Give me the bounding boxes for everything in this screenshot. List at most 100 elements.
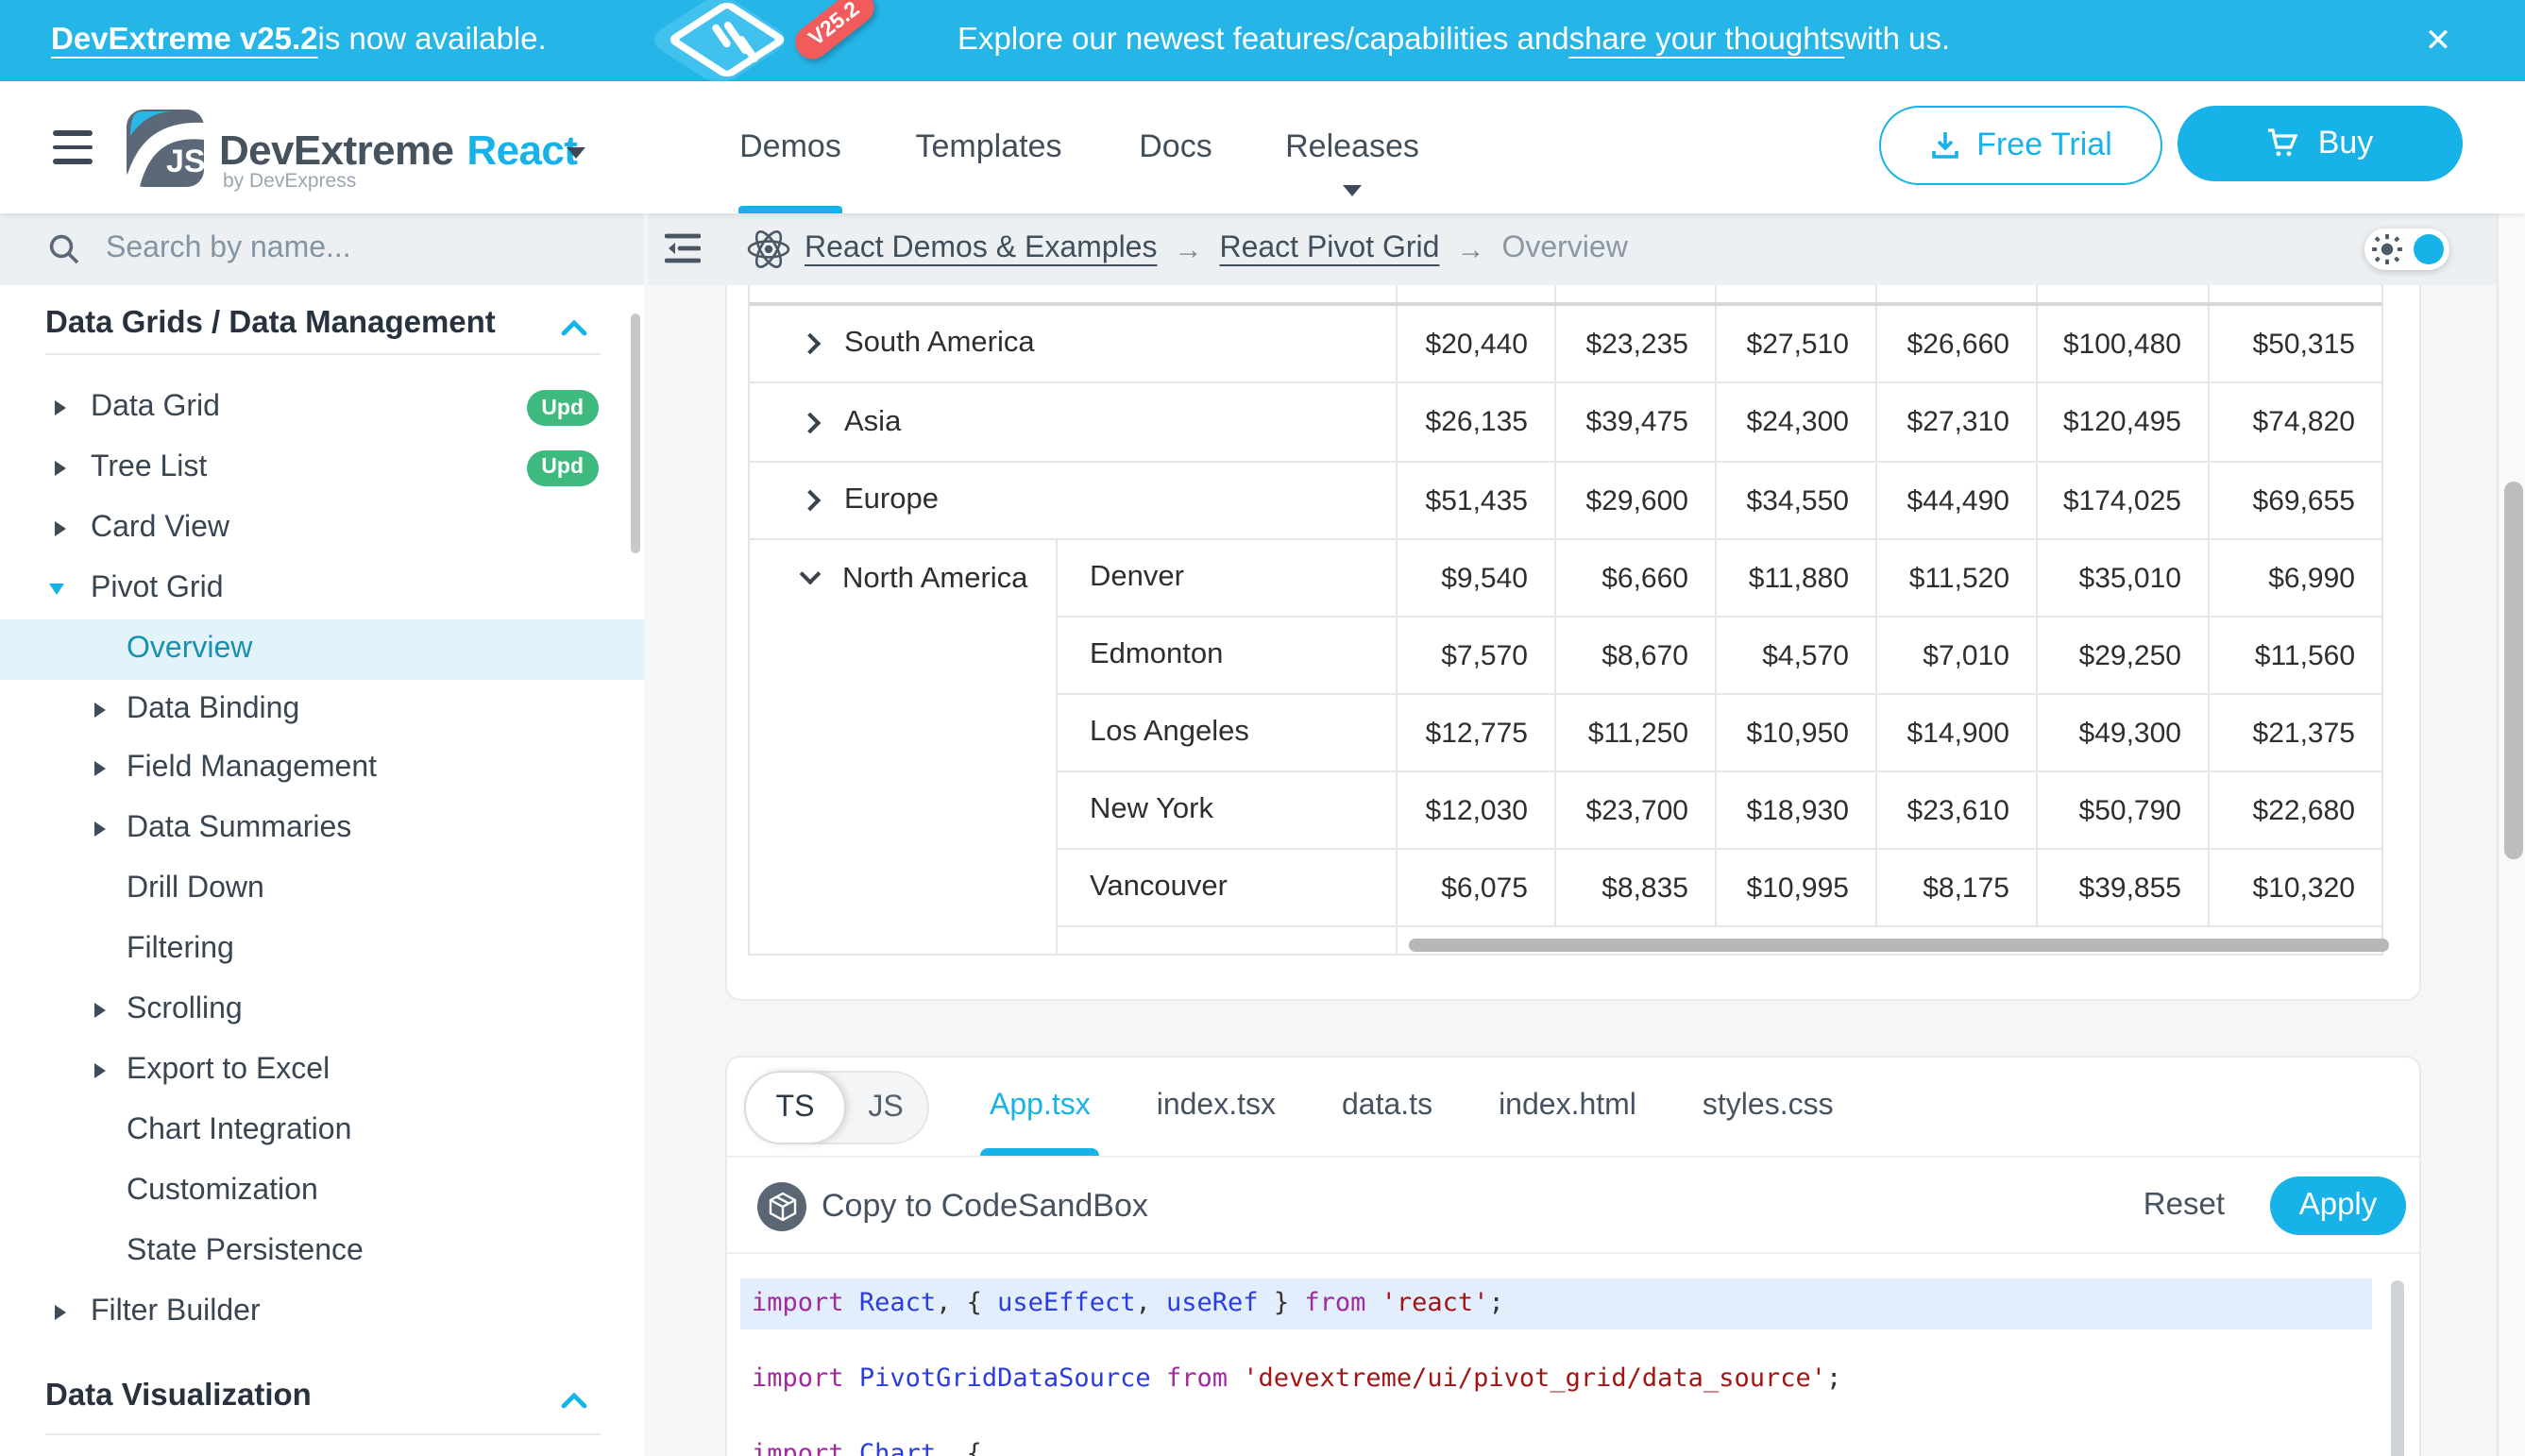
sidebar-item-state-persistence[interactable]: State Persistence — [0, 1221, 644, 1281]
caret-right-icon — [55, 461, 66, 476]
sidebar-item-tree-list[interactable]: Tree ListUpd — [0, 438, 644, 499]
pivot-region-cell[interactable]: Europe — [750, 463, 1398, 540]
breadcrumb-arrow: → — [1456, 233, 1484, 265]
tab-app-tsx[interactable]: App.tsx — [990, 1058, 1091, 1156]
sidebar-item-customization[interactable]: Customization — [0, 1160, 644, 1221]
breadcrumb-link-demos[interactable]: React Demos & Examples — [805, 232, 1157, 266]
collapse-chevron-icon[interactable] — [800, 564, 822, 585]
sidebar-item-chart-integration[interactable]: Chart Integration — [0, 1101, 644, 1161]
page-scrollbar-track — [2497, 81, 2525, 1456]
pivot-corner-cell — [750, 285, 1398, 302]
sidebar-item-drill-down[interactable]: Drill Down — [0, 859, 644, 920]
banner-left-rest: is now available. — [318, 23, 547, 59]
code-line: import React, { useEffect, useRef } from… — [752, 1278, 1504, 1329]
caret-down-icon — [49, 583, 64, 594]
section-title-data-visualization[interactable]: Data Visualization — [45, 1365, 312, 1426]
pivot-region-cell-north-america[interactable]: North America — [750, 540, 1058, 618]
theme-toggle-knob — [2414, 234, 2444, 264]
pivot-value-cell: $74,820 — [2210, 383, 2381, 463]
toggle-option-js[interactable]: JS — [844, 1073, 927, 1143]
pivot-horizontal-scrollbar[interactable] — [1409, 939, 2389, 952]
sidebar-item-field-management[interactable]: Field Management — [0, 739, 644, 800]
pivot-value-cell — [1877, 285, 2038, 302]
devextreme-3d-logo: V25.2 — [623, 0, 907, 81]
sidebar-item-data-grid[interactable]: Data GridUpd — [0, 378, 644, 438]
sidebar-item-label: State Persistence — [127, 1234, 364, 1268]
pivot-city-cell[interactable]: Edmonton — [1058, 618, 1398, 695]
language-toggle[interactable]: TS JS — [744, 1071, 929, 1144]
pivot-row-new-york: New York$12,030$23,700$18,930$23,610$50,… — [750, 772, 2381, 850]
share-thoughts-link[interactable]: share your thoughts — [1569, 23, 1845, 59]
page-scrollbar[interactable] — [2503, 482, 2522, 859]
pivot-value-cell — [2038, 285, 2210, 302]
apply-button[interactable]: Apply — [2270, 1177, 2406, 1235]
nav-item-releases[interactable]: Releases — [1280, 81, 1424, 213]
sidebar-item-export-to-excel[interactable]: Export to Excel — [0, 1041, 644, 1101]
close-icon[interactable]: ✕ — [2410, 0, 2466, 81]
pivot-value-cell: $50,790 — [2038, 772, 2210, 850]
codesandbox-icon[interactable] — [757, 1182, 806, 1231]
sidebar-item-label: Customization — [127, 1174, 318, 1208]
pivot-value-cell: $39,855 — [2038, 850, 2210, 927]
pivot-city-cell[interactable]: New York — [1058, 772, 1398, 850]
banner-version-link[interactable]: DevExtreme v25.2 — [51, 23, 318, 59]
sidebar-item-scrolling[interactable]: Scrolling — [0, 980, 644, 1041]
tab-styles-css[interactable]: styles.css — [1703, 1058, 1834, 1156]
tab-index-html[interactable]: index.html — [1499, 1058, 1636, 1156]
pivot-city-cell[interactable]: Los Angeles — [1058, 695, 1398, 772]
expand-chevron-icon[interactable] — [800, 412, 822, 433]
pivot-row-vancouver: Vancouver$6,075$8,835$10,995$8,175$39,85… — [750, 850, 2381, 927]
chevron-down-icon — [1343, 185, 1362, 196]
sidebar-item-label: Data Summaries — [127, 813, 351, 847]
pivot-value-cell: $8,175 — [1877, 850, 2038, 927]
sidebar-scrollbar[interactable] — [631, 313, 640, 553]
sidebar-item-filter-builder[interactable]: Filter Builder — [0, 1281, 644, 1342]
pivot-row-europe: Europe$51,435$29,600$34,550$44,490$174,0… — [750, 463, 2381, 540]
code-vertical-scrollbar[interactable] — [2391, 1280, 2404, 1456]
pivot-value-cell: $26,660 — [1877, 306, 2038, 383]
pivot-value-cell: $6,990 — [2210, 540, 2381, 618]
theme-toggle[interactable] — [2364, 229, 2449, 270]
tab-data-ts[interactable]: data.ts — [1342, 1058, 1432, 1156]
copy-to-codesandbox-button[interactable]: Copy to CodeSandBox — [822, 1158, 1148, 1254]
pivot-value-cell: $14,900 — [1877, 695, 2038, 772]
chevron-up-icon[interactable] — [561, 1384, 587, 1418]
sidebar-item-pivot-grid[interactable]: Pivot Grid — [0, 558, 644, 618]
expand-chevron-icon[interactable] — [800, 490, 822, 512]
tab-index-tsx[interactable]: index.tsx — [1157, 1058, 1276, 1156]
sidebar-item-label: Field Management — [127, 753, 377, 787]
pivot-row-los-angeles: Los Angeles$12,775$11,250$10,950$14,900$… — [750, 695, 2381, 772]
pivot-value-cell: $9,540 — [1398, 540, 1556, 618]
reset-button[interactable]: Reset — [2144, 1158, 2225, 1254]
caret-right-icon — [55, 1304, 66, 1319]
toggle-option-ts[interactable]: TS — [744, 1071, 846, 1144]
pivot-value-cell — [2210, 285, 2381, 302]
nav-item-demos[interactable]: Demos — [738, 81, 842, 213]
pivot-city-cell[interactable]: Vancouver — [1058, 850, 1398, 927]
section-title-data-grids[interactable]: Data Grids / Data Management — [45, 293, 496, 353]
buy-button[interactable]: Buy — [2178, 106, 2463, 181]
sidebar-item-filtering[interactable]: Filtering — [0, 920, 644, 980]
free-trial-button[interactable]: Free Trial — [1879, 106, 2162, 185]
pivot-value-cell: $11,560 — [2210, 618, 2381, 695]
caret-right-icon — [94, 1003, 106, 1018]
sidebar-item-data-binding[interactable]: Data Binding — [0, 679, 644, 739]
breadcrumb-link-pivot-grid[interactable]: React Pivot Grid — [1219, 232, 1439, 266]
pivot-city-cell[interactable]: Denver — [1058, 540, 1398, 618]
nav-item-templates[interactable]: Templates — [910, 81, 1067, 213]
search-icon — [47, 232, 81, 266]
sidebar-item-overview[interactable]: Overview — [0, 618, 644, 679]
collapse-sidebar-icon[interactable] — [665, 232, 701, 274]
pivot-region-cell[interactable]: South America — [750, 306, 1398, 383]
sidebar-item-label: Filtering — [127, 933, 234, 967]
app-header: JS DevExtremeReact by DevExpress DemosTe… — [0, 81, 2525, 213]
nav-item-docs[interactable]: Docs — [1137, 81, 1214, 213]
sidebar-item-card-view[interactable]: Card View — [0, 499, 644, 559]
pivot-region-cell[interactable]: Asia — [750, 383, 1398, 463]
expand-chevron-icon[interactable] — [800, 333, 822, 355]
pivot-value-cell: $50,315 — [2210, 306, 2381, 383]
pivot-value-cell: $18,930 — [1717, 772, 1877, 850]
chevron-up-icon[interactable] — [561, 312, 587, 346]
search-input[interactable] — [102, 230, 582, 268]
sidebar-item-data-summaries[interactable]: Data Summaries — [0, 800, 644, 860]
